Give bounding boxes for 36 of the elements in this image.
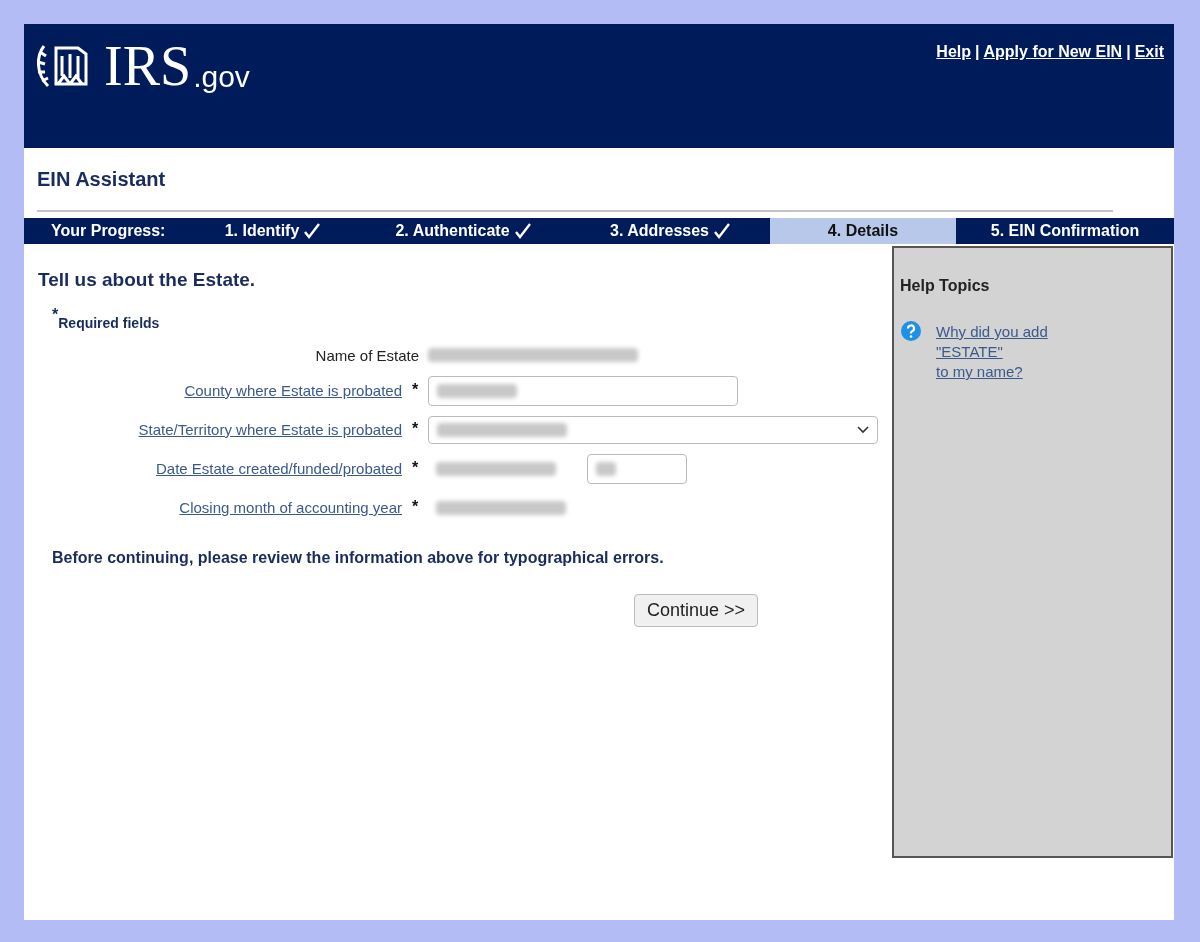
irs-logo[interactable]: IRS.gov (34, 40, 250, 100)
header-link[interactable]: Help (936, 40, 971, 64)
field-label-link[interactable]: Closing month of accounting year (38, 496, 402, 520)
progress-label: Your Progress: (50, 221, 167, 241)
link-separator: | (1126, 42, 1131, 62)
progress-step: 1. Identify (190, 218, 356, 244)
help-question-icon (900, 320, 922, 342)
help-topic-link[interactable]: Why did you add "ESTATE" to my name? (936, 322, 1048, 382)
field-label-link[interactable]: County where Estate is probated (38, 379, 402, 403)
county-input-field[interactable] (428, 376, 738, 406)
header-link[interactable]: Apply for New EIN (983, 40, 1123, 64)
form-heading: Tell us about the Estate. (38, 268, 257, 292)
field-label: Name of Estate (314, 346, 419, 367)
link-separator: | (975, 42, 980, 62)
chevron-down-icon (857, 426, 869, 434)
field-label-link[interactable]: State/Territory where Estate is probated (38, 418, 402, 442)
required-asterisk: * (410, 418, 420, 439)
required-asterisk: * (410, 379, 420, 400)
day-input-field[interactable] (587, 454, 687, 484)
progress-step: 5. EIN Confirmation (956, 218, 1174, 244)
state-select-field[interactable] (428, 416, 878, 444)
field-label-link[interactable]: Date Estate created/funded/probated (38, 457, 402, 481)
progress-step: 4. Details (770, 218, 956, 244)
checkmark-icon (713, 223, 731, 239)
continue-button[interactable]: Continue >> (634, 593, 759, 627)
review-notice: Before continuing, please review the information above for typographical errors. (52, 547, 665, 568)
checkmark-icon (303, 223, 322, 239)
required-asterisk: * (410, 457, 420, 478)
app-title: EIN Assistant (37, 167, 167, 192)
redacted-value (596, 462, 616, 476)
progress-step: 2. Authenticate (356, 218, 571, 244)
checkmark-icon (513, 223, 532, 239)
progress-step: 3. Addresses (571, 218, 770, 244)
header-link[interactable]: Exit (1134, 40, 1164, 64)
help-title: Help Topics (900, 276, 991, 296)
required-asterisk: * (410, 496, 420, 517)
